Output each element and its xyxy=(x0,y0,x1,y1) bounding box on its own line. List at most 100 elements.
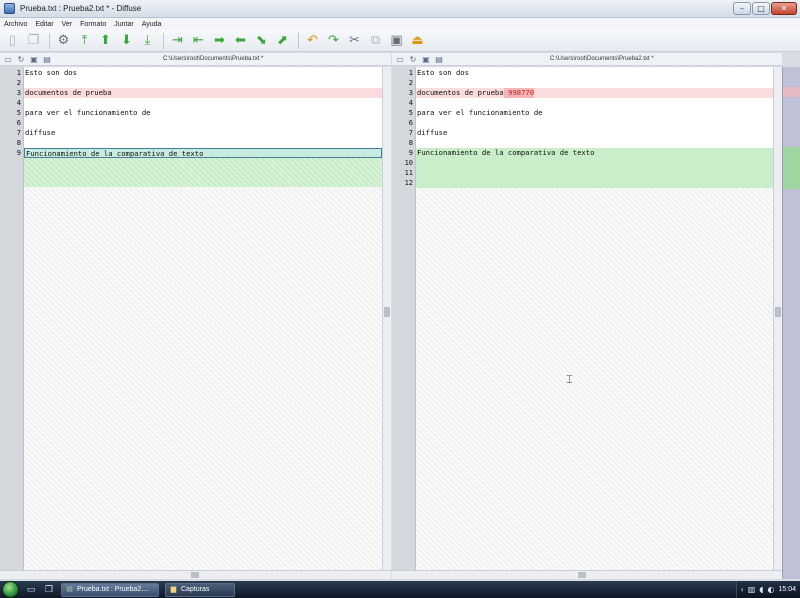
right-pane-header: ▭ ↻ ▣ ▤ C:\Users\root\Documents\Prueba2.… xyxy=(392,53,782,66)
line-number: 8 xyxy=(408,139,413,147)
menu-ver[interactable]: Ver xyxy=(58,21,77,28)
redo-icon[interactable]: ↷ xyxy=(324,32,343,50)
copy-right-all-icon[interactable]: ⇤ xyxy=(189,32,208,50)
taskbar-button[interactable]: ▤ Prueba.txt : Prueba2.... xyxy=(61,582,159,597)
left-horizontal-scrollbar[interactable] xyxy=(0,570,391,579)
text-line[interactable]: Funcionamiento de la comparativa de text… xyxy=(416,148,773,158)
overview-change-marker xyxy=(783,87,800,97)
text-line[interactable] xyxy=(416,158,773,168)
text-line[interactable]: diffuse xyxy=(416,128,773,138)
tray-chevron-icon[interactable]: ‹ xyxy=(741,581,744,598)
save-file-icon[interactable]: ▣ xyxy=(29,55,39,64)
line-text: diffuse xyxy=(25,128,56,137)
menu-ayuda[interactable]: Ayuda xyxy=(138,21,166,28)
menu-editar[interactable]: Editar xyxy=(31,21,57,28)
system-tray: ‹ ▥ ◖ ◐ 15:04 xyxy=(735,581,800,598)
scroll-thumb[interactable] xyxy=(384,307,390,317)
taskbar: ▭ ❐ ▤ Prueba.txt : Prueba2.... ▆ Capturas ‹… xyxy=(0,581,800,598)
text-line[interactable] xyxy=(24,78,382,88)
menu-archivo[interactable]: Archivo xyxy=(0,21,31,28)
maximize-button[interactable]: □ xyxy=(752,2,770,15)
window-title: Prueba.txt : Prueba2.txt * - Diffuse xyxy=(20,4,142,13)
left-file-path: C:\Users\root\Documents\Prueba.txt * xyxy=(163,56,264,62)
line-number: 2 xyxy=(16,79,21,87)
text-line[interactable] xyxy=(416,178,773,188)
realign-icon[interactable]: ⚙ xyxy=(54,32,73,50)
first-difference-icon[interactable]: ⤒ xyxy=(75,32,94,50)
open-file-icon[interactable]: ▭ xyxy=(395,55,405,64)
reload-file-icon[interactable]: ↻ xyxy=(408,55,418,64)
close-button[interactable]: ✕ xyxy=(771,2,797,15)
text-line[interactable] xyxy=(416,78,773,88)
merge-left-icon[interactable]: ⬊ xyxy=(252,32,271,50)
text-area[interactable]: Esto son dos documentos de prueba 998770 p… xyxy=(416,67,773,570)
start-button[interactable] xyxy=(2,581,19,598)
text-line[interactable] xyxy=(24,118,382,128)
show-desktop-icon[interactable]: ▭ xyxy=(25,584,37,596)
scroll-thumb[interactable] xyxy=(578,572,586,578)
paste-icon[interactable]: ▣ xyxy=(387,32,406,50)
line-text: diffuse xyxy=(417,128,448,137)
text-line[interactable] xyxy=(24,98,382,108)
copy-icon[interactable]: ⧉ xyxy=(366,32,385,50)
task-buttons: ▤ Prueba.txt : Prueba2.... ▆ Capturas xyxy=(55,582,235,597)
left-vertical-scrollbar[interactable] xyxy=(382,67,391,570)
text-line[interactable]: documentos de prueba xyxy=(24,88,382,98)
taskbar-button[interactable]: ▆ Capturas xyxy=(165,582,235,597)
previous-difference-icon[interactable]: ⬆ xyxy=(96,32,115,50)
line-number: 2 xyxy=(408,79,413,87)
text-line[interactable] xyxy=(24,138,382,148)
text-line[interactable]: Esto son dos xyxy=(416,68,773,78)
text-line[interactable]: para ver el funcionamiento de xyxy=(24,108,382,118)
left-text-pane[interactable]: 1 2 3 4 5 6 7 8 9 Esto son dos documentos de prue… xyxy=(0,67,382,570)
text-line[interactable] xyxy=(416,98,773,108)
toolbar-separator xyxy=(298,32,299,49)
line-text: Funcionamiento de la comparativa de text… xyxy=(417,148,595,157)
volume-icon[interactable]: ◖ xyxy=(759,581,763,598)
save-as-icon[interactable]: ▤ xyxy=(434,55,444,64)
save-as-icon[interactable]: ▤ xyxy=(42,55,52,64)
power-icon[interactable]: ◐ xyxy=(767,581,774,598)
scroll-thumb[interactable] xyxy=(191,572,199,578)
copy-left-all-icon[interactable]: ⇥ xyxy=(168,32,187,50)
open-file-icon[interactable]: ▭ xyxy=(3,55,13,64)
line-number: 5 xyxy=(408,109,413,117)
toolbar-separator xyxy=(163,32,164,49)
scroll-thumb[interactable] xyxy=(775,307,781,317)
text-line[interactable] xyxy=(416,138,773,148)
text-line[interactable] xyxy=(416,118,773,128)
switch-windows-icon[interactable]: ❐ xyxy=(43,584,55,596)
new-file-icon[interactable]: ▯ xyxy=(3,32,22,50)
right-text-pane[interactable]: 1 2 3 4 5 6 7 8 9 10 11 12 Esto son dos documentos d… xyxy=(392,67,773,570)
cut-icon[interactable]: ✂ xyxy=(345,32,364,50)
reload-file-icon[interactable]: ↻ xyxy=(16,55,26,64)
merge-right-icon[interactable]: ⬈ xyxy=(273,32,292,50)
text-line[interactable]: documentos de prueba 998770 xyxy=(416,88,773,98)
line-number: 9 xyxy=(16,149,21,157)
changed-text-highlight: 998770 xyxy=(503,88,535,98)
next-difference-icon[interactable]: ⬇ xyxy=(117,32,136,50)
difference-overview[interactable] xyxy=(782,67,800,579)
copy-left-icon[interactable]: ➡ xyxy=(210,32,229,50)
save-file-icon[interactable]: ▣ xyxy=(421,55,431,64)
text-area[interactable]: Esto son dos documentos de prueba para ver… xyxy=(24,67,382,570)
text-line[interactable]: diffuse xyxy=(24,128,382,138)
network-icon[interactable]: ▥ xyxy=(748,581,756,598)
right-horizontal-scrollbar[interactable] xyxy=(392,570,782,579)
clear-edits-icon[interactable]: ⏏ xyxy=(408,32,427,50)
menu-formato[interactable]: Formato xyxy=(76,21,110,28)
text-line[interactable]: Funcionamiento de la comparativa de text… xyxy=(24,148,382,158)
toolbar: ▯ ❐ ⚙ ⤒ ⬆ ⬇ ⤓ ⇥ ⇤ ➡ ⬅ ⬊ ⬈ ↶ ↷ ✂ ⧉ ▣ ⏏ xyxy=(0,30,800,52)
text-line[interactable] xyxy=(416,168,773,178)
copy-right-icon[interactable]: ⬅ xyxy=(231,32,250,50)
undo-icon[interactable]: ↶ xyxy=(303,32,322,50)
minimize-button[interactable]: – xyxy=(733,2,751,15)
text-line[interactable]: Esto son dos xyxy=(24,68,382,78)
right-vertical-scrollbar[interactable] xyxy=(773,67,782,570)
menu-juntar[interactable]: Juntar xyxy=(110,21,137,28)
last-difference-icon[interactable]: ⤓ xyxy=(138,32,157,50)
missing-lines-filler xyxy=(24,157,382,187)
line-number: 9 xyxy=(408,149,413,157)
text-line[interactable]: para ver el funcionamiento de xyxy=(416,108,773,118)
copy-file-icon[interactable]: ❐ xyxy=(24,32,43,50)
